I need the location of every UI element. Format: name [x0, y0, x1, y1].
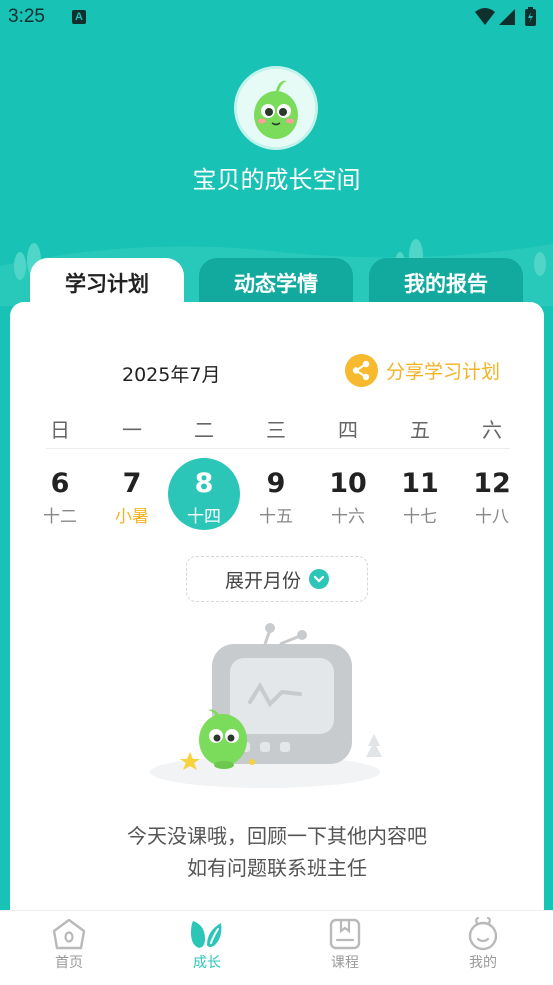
day-cell-selected[interactable]: 8 十四: [168, 458, 240, 530]
segment-tabs: 学习计划 动态学情 我的报告: [0, 258, 553, 308]
empty-message: 今天没课哦，回顾一下其他内容吧: [127, 824, 427, 848]
share-plan-button[interactable]: 分享学习计划: [345, 354, 500, 387]
nav-label: 课程: [331, 955, 359, 971]
nav-label: 成长: [193, 955, 221, 971]
day-cell[interactable]: 7 小暑: [96, 458, 168, 530]
status-time: 3:25: [8, 6, 45, 27]
day-cell[interactable]: 12 十八: [456, 458, 528, 530]
home-icon: [52, 918, 86, 950]
tab-study-plan[interactable]: 学习计划: [30, 258, 184, 308]
day-lunar: 十五: [259, 507, 293, 527]
share-label: 分享学习计划: [386, 361, 501, 383]
week-days-row: 6 十二 7 小暑 8 十四 9 十五 10 十六 11 十七 12 十八: [24, 458, 534, 536]
nav-label: 我的: [469, 955, 497, 971]
weekday-fri: 五: [410, 418, 430, 442]
nav-label: 首页: [55, 955, 83, 971]
growth-leaf-icon: [191, 921, 222, 948]
course-book-icon: [329, 918, 361, 950]
share-icon: [345, 354, 378, 387]
day-cell[interactable]: 6 十二: [24, 458, 96, 530]
day-number: 6: [50, 468, 70, 499]
weekday-tue: 二: [194, 418, 214, 442]
status-bar: 3:25 A: [0, 0, 553, 36]
day-lunar: 十六: [331, 507, 365, 527]
space-title: 宝贝的成长空间: [192, 166, 361, 194]
avatar[interactable]: [234, 66, 318, 150]
day-cell[interactable]: 10 十六: [312, 458, 384, 530]
bottom-nav: 首页 成长 课程 我的: [0, 910, 553, 985]
day-lunar: 十七: [403, 507, 437, 527]
day-number: 10: [329, 468, 367, 499]
nav-course[interactable]: 课程: [290, 917, 400, 972]
day-number: 9: [266, 468, 286, 499]
pea-mascot-avatar-icon: [237, 69, 315, 147]
day-lunar: 十四: [187, 507, 221, 527]
chevron-down-icon: [309, 569, 329, 589]
hero-header: 宝贝的成长空间: [0, 36, 553, 306]
weekday-mon: 一: [122, 418, 142, 442]
day-solar-term: 小暑: [115, 507, 149, 527]
day-cell[interactable]: 11 十七: [384, 458, 456, 530]
wifi-signal-battery-icon: [475, 7, 536, 26]
day-number: 7: [122, 468, 142, 499]
weekday-thu: 四: [338, 418, 358, 442]
day-cell[interactable]: 9 十五: [240, 458, 312, 530]
study-plan-card: 2025年7月 分享学习计划 日 一 二 三 四 五 六 6 十二 7 小暑 8…: [10, 302, 544, 922]
expand-month-label: 展开月份: [224, 569, 301, 592]
day-lunar: 十二: [43, 507, 77, 527]
day-number: 11: [401, 468, 439, 499]
expand-month-button[interactable]: 展开月份: [186, 556, 368, 602]
profile-icon: [468, 917, 498, 951]
nav-home[interactable]: 首页: [14, 917, 124, 972]
tab-my-report[interactable]: 我的报告: [369, 258, 523, 306]
month-label: 2025年7月: [122, 364, 221, 386]
weekday-divider: [46, 448, 510, 449]
weekday-wed: 三: [266, 418, 286, 442]
day-lunar: 十八: [475, 507, 509, 527]
nav-mine[interactable]: 我的: [428, 917, 538, 972]
tab-dynamic-learning[interactable]: 动态学情: [199, 258, 353, 306]
weekday-sat: 六: [482, 418, 502, 442]
empty-tv-mascot-icon: [150, 623, 382, 788]
status-icons: [473, 7, 543, 33]
weekday-header: 日 一 二 三 四 五 六: [24, 414, 534, 444]
day-number: 8: [194, 468, 214, 499]
weekday-sun: 日: [50, 418, 70, 442]
empty-hint: 如有问题联系班主任: [187, 856, 367, 880]
notification-a-icon: A: [72, 10, 86, 24]
nav-growth[interactable]: 成长: [152, 917, 262, 972]
day-number: 12: [473, 468, 511, 499]
